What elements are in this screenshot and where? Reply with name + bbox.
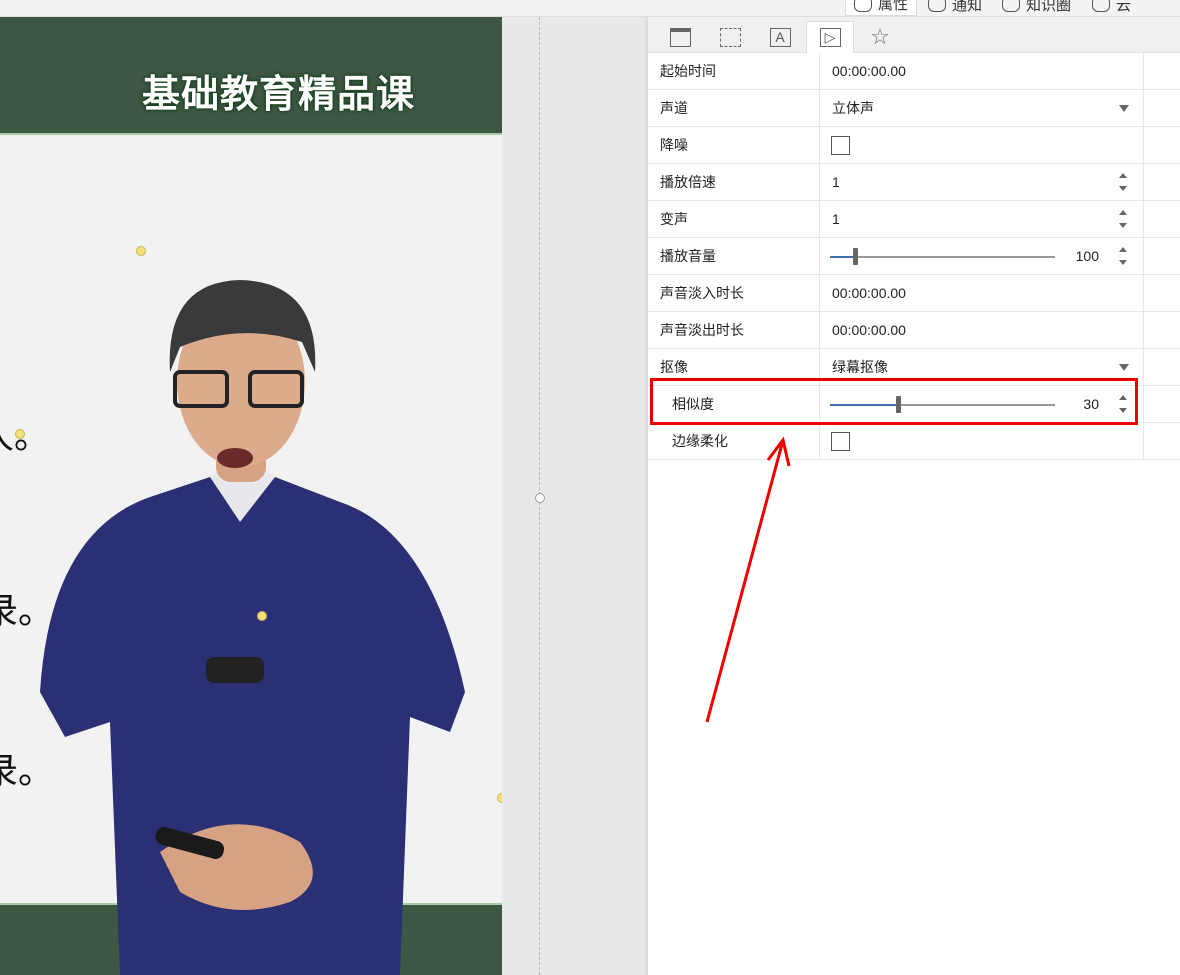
property-row: 抠像 绿幕抠像	[648, 349, 1180, 386]
slider-value[interactable]: 100	[1076, 238, 1099, 275]
properties-panel: A ▷ ☆ 起始时间 00:00:00.00 声道 立体声 降噪 播放倍速 1 变声 1 播放音量…	[645, 17, 1180, 975]
number-input[interactable]: 1	[832, 174, 840, 190]
checkbox[interactable]	[831, 432, 850, 451]
property-row: 声音淡出时长 00:00:00.00	[648, 312, 1180, 349]
layout-icon	[669, 27, 691, 47]
property-row: 变声 1	[648, 201, 1180, 238]
spinner-arrows-icon[interactable]	[1119, 395, 1129, 415]
people-icon	[1002, 0, 1020, 12]
property-label: 声音淡入时长	[648, 275, 820, 311]
property-value-cell: 100	[820, 238, 1144, 274]
property-row: 播放音量 100	[648, 238, 1180, 275]
slider[interactable]	[830, 396, 1055, 413]
slider-thumb[interactable]	[852, 248, 858, 265]
checkbox[interactable]	[831, 136, 850, 155]
property-label: 播放倍速	[648, 164, 820, 200]
spinner-arrows-icon[interactable]	[1119, 210, 1129, 230]
slider-thumb[interactable]	[895, 396, 901, 413]
property-label: 声音淡出时长	[648, 312, 820, 348]
property-row: 声道 立体声	[648, 90, 1180, 127]
chevron-down-icon[interactable]	[1119, 364, 1129, 371]
slider[interactable]	[830, 248, 1055, 265]
property-value-cell: 00:00:00.00	[820, 53, 1144, 89]
property-label: 声道	[648, 90, 820, 126]
dropdown-value[interactable]: 立体声	[832, 100, 874, 116]
property-label: 相似度	[648, 386, 820, 422]
tab-media[interactable]: ▷	[806, 21, 854, 53]
tab-label: 通知	[952, 0, 983, 14]
chat-icon	[928, 0, 946, 12]
chevron-down-icon[interactable]	[1119, 105, 1129, 112]
tab-components[interactable]	[706, 21, 754, 53]
grid-icon	[719, 27, 741, 47]
property-label: 播放音量	[648, 238, 820, 274]
property-label: 边缘柔化	[648, 423, 820, 459]
slider-value[interactable]: 30	[1083, 386, 1099, 423]
spinner-arrows-icon[interactable]	[1119, 247, 1129, 267]
property-row: 相似度 30	[648, 386, 1180, 423]
dropdown-value[interactable]: 绿幕抠像	[832, 359, 888, 375]
property-value-cell: 1	[820, 201, 1144, 237]
resize-handle[interactable]	[136, 246, 146, 256]
top-toolbar: 属性 通知 知识圈 云	[0, 0, 1180, 17]
property-value-cell	[820, 127, 1144, 163]
property-label: 起始时间	[648, 53, 820, 89]
panel-tabs: A ▷ ☆	[648, 17, 1180, 53]
tab-properties[interactable]: 属性	[845, 0, 918, 16]
tab-label: 知识圈	[1026, 0, 1072, 14]
property-label: 降噪	[648, 127, 820, 163]
slider-fill	[830, 404, 898, 406]
tab-label: 属性	[878, 0, 909, 13]
animation-star-icon: ☆	[870, 24, 890, 49]
property-row: 起始时间 00:00:00.00	[648, 53, 1180, 90]
property-label: 变声	[648, 201, 820, 237]
tab-label: 云	[1116, 0, 1132, 14]
tab-notifications[interactable]: 通知	[928, 0, 982, 16]
tab-layout[interactable]	[656, 21, 704, 53]
property-row: 边缘柔化	[648, 423, 1180, 460]
property-value-cell: 00:00:00.00	[820, 312, 1144, 348]
selection-handle[interactable]	[535, 493, 545, 503]
property-value-cell: 1	[820, 164, 1144, 200]
canvas-gutter	[502, 17, 645, 975]
property-value-cell: 立体声	[820, 90, 1144, 126]
text-icon: A	[769, 27, 791, 47]
property-value[interactable]: 00:00:00.00	[832, 285, 906, 301]
property-row: 降噪	[648, 127, 1180, 164]
tab-cloud[interactable]: 云	[1092, 0, 1131, 16]
property-label: 抠像	[648, 349, 820, 385]
property-row: 播放倍速 1	[648, 164, 1180, 201]
slide-title: 基础教育精品课	[142, 74, 416, 116]
spinner-arrows-icon[interactable]	[1119, 173, 1129, 193]
property-value[interactable]: 00:00:00.00	[832, 322, 906, 338]
media-play-icon: ▷	[819, 28, 841, 47]
slide-canvas[interactable]: 基础教育精品课 人。 录。 录。	[0, 17, 502, 975]
resize-handle[interactable]	[15, 429, 25, 439]
tab-knowledge[interactable]: 知识圈	[1002, 0, 1071, 16]
gear-icon	[854, 0, 872, 12]
property-value-cell: 00:00:00.00	[820, 275, 1144, 311]
slider-fill	[830, 256, 855, 258]
tab-text[interactable]: A	[756, 21, 804, 53]
number-input[interactable]: 1	[832, 211, 840, 227]
property-value-cell	[820, 423, 1144, 459]
presenter-video[interactable]	[30, 262, 480, 975]
property-value[interactable]: 00:00:00.00	[832, 63, 906, 79]
property-value-cell: 30	[820, 386, 1144, 422]
tab-animation[interactable]: ☆	[856, 21, 904, 53]
cloud-icon	[1092, 0, 1110, 12]
property-value-cell: 绿幕抠像	[820, 349, 1144, 385]
property-row: 声音淡入时长 00:00:00.00	[648, 275, 1180, 312]
resize-handle[interactable]	[257, 611, 267, 621]
